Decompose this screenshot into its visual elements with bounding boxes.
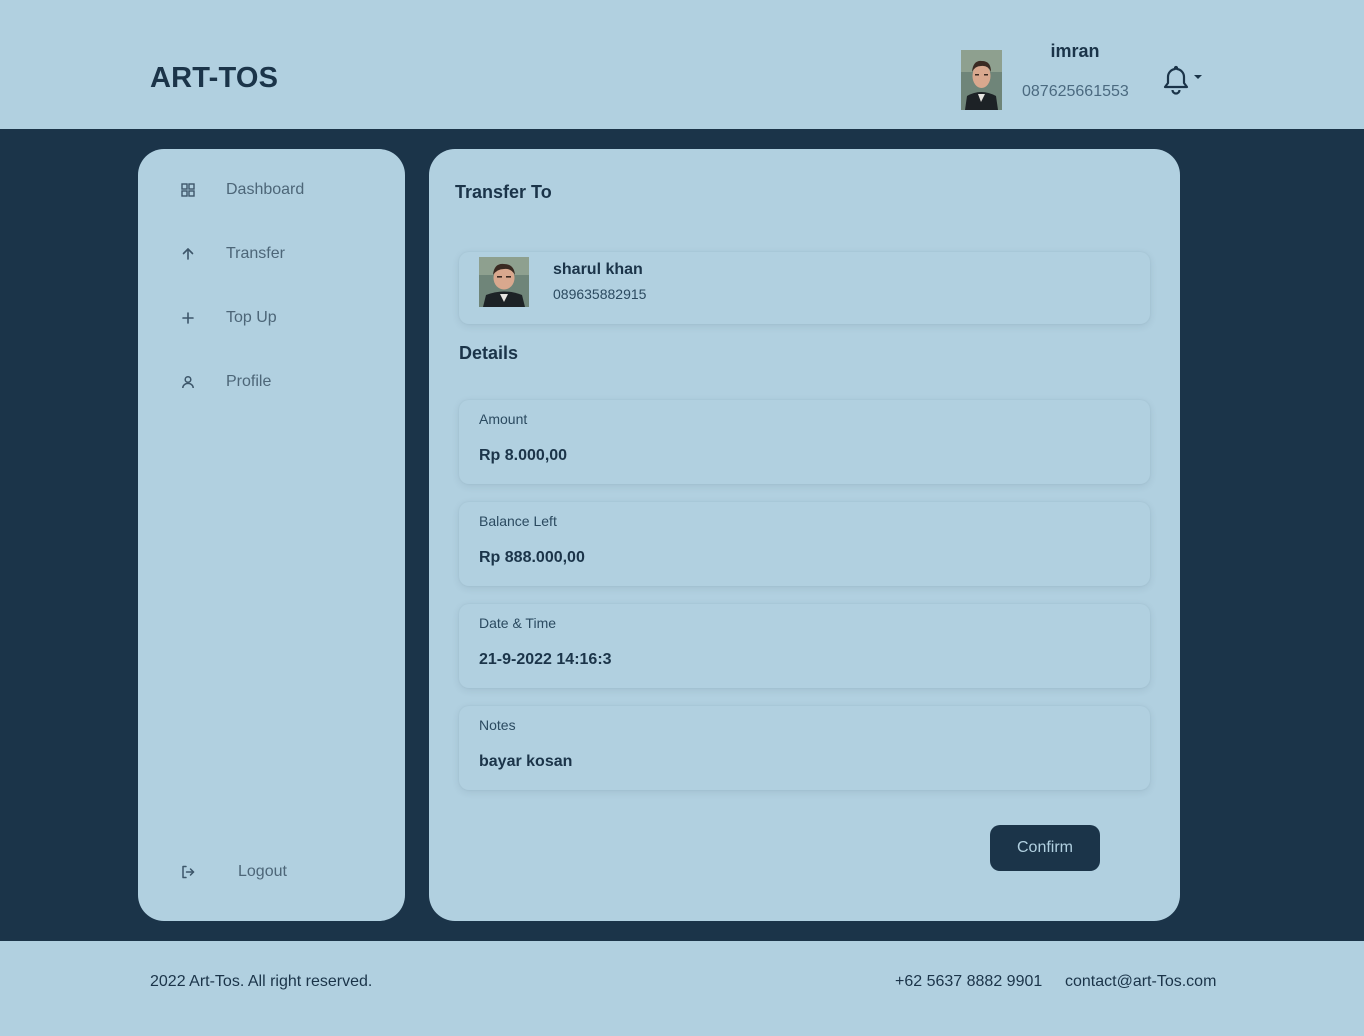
sidebar-item-profile[interactable]: Profile <box>178 369 378 395</box>
footer-email[interactable]: contact@art-Tos.com <box>1065 973 1216 991</box>
sidebar-item-transfer[interactable]: Transfer <box>178 241 378 267</box>
detail-value: bayar kosan <box>479 753 573 770</box>
logout-label: Logout <box>238 863 287 880</box>
arrow-up-icon <box>178 244 198 264</box>
brand-logo[interactable]: ART-TOS <box>150 62 278 95</box>
logout-button[interactable]: Logout <box>178 859 378 885</box>
footer: 2022 Art-Tos. All right reserved. +62 56… <box>0 941 1364 1036</box>
transfer-to-title: Transfer To <box>455 182 552 202</box>
detail-value: Rp 888.000,00 <box>479 549 585 566</box>
user-name: imran <box>1050 41 1100 61</box>
sidebar-item-dashboard[interactable]: Dashboard <box>178 177 378 203</box>
caret-down-icon <box>1194 75 1202 79</box>
detail-value: Rp 8.000,00 <box>479 447 568 464</box>
user-avatar[interactable] <box>961 50 1002 110</box>
grid-icon <box>178 180 198 200</box>
recipient-phone: 089635882915 <box>553 286 647 302</box>
detail-label: Date & Time <box>479 615 557 631</box>
detail-date-time: Date & Time 21-9-2022 14:16:3 <box>459 604 1150 688</box>
detail-label: Amount <box>479 411 528 427</box>
detail-notes: Notes bayar kosan <box>459 706 1150 790</box>
notification-button[interactable] <box>1160 64 1206 96</box>
sidebar: Dashboard Transfer Top Up Profile Logout <box>138 149 405 921</box>
user-icon <box>178 372 198 392</box>
footer-copyright: 2022 Art-Tos. All right reserved. <box>150 973 373 990</box>
sidebar-item-label: Dashboard <box>226 181 305 198</box>
details-title: Details <box>459 343 519 363</box>
logout-icon <box>178 862 198 882</box>
footer-phone[interactable]: +62 5637 8882 9901 <box>895 973 1042 991</box>
detail-amount: Amount Rp 8.000,00 <box>459 400 1150 484</box>
user-phone: 087625661553 <box>1022 83 1129 100</box>
transfer-confirmation-panel: Transfer To sharul khan 089635882915 Det… <box>429 149 1180 921</box>
confirm-button[interactable]: Confirm <box>990 825 1100 871</box>
recipient-card: sharul khan 089635882915 <box>459 252 1150 324</box>
detail-label: Balance Left <box>479 513 557 529</box>
recipient-avatar <box>479 257 529 307</box>
sidebar-item-label: Top Up <box>226 309 277 326</box>
bell-icon <box>1163 65 1202 95</box>
plus-icon <box>178 308 198 328</box>
sidebar-item-label: Transfer <box>226 245 285 262</box>
recipient-name: sharul khan <box>553 261 643 278</box>
sidebar-item-top-up[interactable]: Top Up <box>178 305 378 331</box>
detail-label: Notes <box>479 717 516 733</box>
sidebar-item-label: Profile <box>226 373 272 390</box>
top-header: ART-TOS imran 087625661553 <box>0 0 1364 129</box>
detail-balance-left: Balance Left Rp 888.000,00 <box>459 502 1150 586</box>
detail-value: 21-9-2022 14:16:3 <box>479 651 612 668</box>
